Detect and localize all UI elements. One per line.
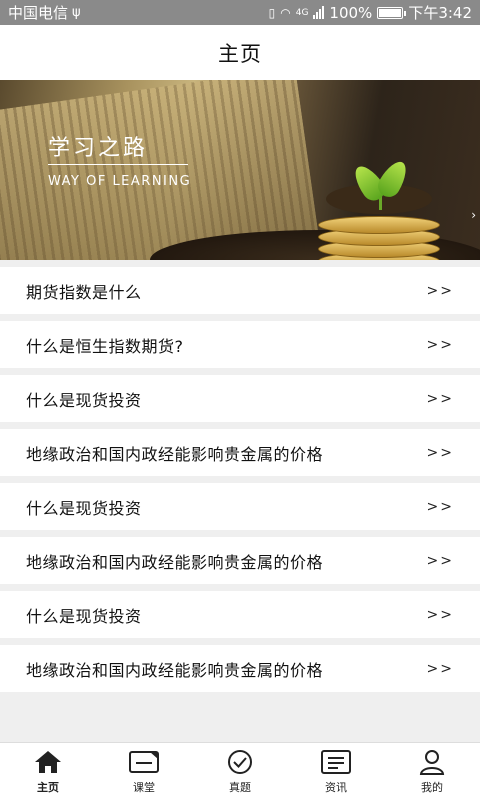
tab-news[interactable]: 资讯 bbox=[288, 743, 384, 800]
list-item[interactable]: 地缘政治和国内政经能影响贵金属的价格 >> bbox=[0, 537, 480, 584]
chevron-right-icon: >> bbox=[426, 282, 454, 299]
chevron-right-icon: >> bbox=[426, 498, 454, 515]
bottom-tab-bar: 主页 课堂 真题 资讯 我的 bbox=[0, 742, 480, 800]
list-item-title: 什么是现货投资 bbox=[26, 606, 142, 626]
classroom-icon bbox=[128, 748, 160, 776]
list-item[interactable]: 什么是现货投资 >> bbox=[0, 375, 480, 422]
tab-label: 主页 bbox=[37, 781, 59, 794]
chevron-right-icon: >> bbox=[426, 444, 454, 461]
network-type-label: 4G bbox=[295, 7, 309, 18]
list-item-title: 什么是现货投资 bbox=[26, 390, 142, 410]
chevron-right-icon: >> bbox=[426, 336, 454, 353]
tab-profile[interactable]: 我的 bbox=[384, 743, 480, 800]
article-list: 期货指数是什么 >> 什么是恒生指数期货? >> 什么是现货投资 >> 地缘政治… bbox=[0, 260, 480, 692]
list-item-title: 什么是现货投资 bbox=[26, 498, 142, 518]
signal-icon bbox=[313, 6, 325, 19]
banner-title: 学习之路 bbox=[48, 136, 149, 161]
chevron-right-icon[interactable]: › bbox=[471, 208, 476, 222]
chevron-right-icon: >> bbox=[426, 606, 454, 623]
chevron-right-icon: >> bbox=[426, 390, 454, 407]
clock: 下午3:42 bbox=[408, 4, 472, 22]
carrier-label: 中国电信 bbox=[8, 4, 69, 22]
chevron-right-icon: >> bbox=[426, 552, 454, 569]
sprout-image bbox=[349, 157, 413, 210]
tab-label: 真题 bbox=[229, 781, 251, 794]
list-item-title: 什么是恒生指数期货? bbox=[26, 336, 184, 356]
battery-percent: 100% bbox=[329, 3, 373, 22]
list-item-title: 地缘政治和国内政经能影响贵金属的价格 bbox=[26, 660, 324, 680]
page-title: 主页 bbox=[218, 41, 262, 66]
status-bar: 中国电信 ψ ▯ ◠ 4G 100% 下午3:42 bbox=[0, 0, 480, 25]
battery-icon bbox=[377, 6, 407, 19]
home-icon bbox=[32, 748, 64, 776]
list-item[interactable]: 地缘政治和国内政经能影响贵金属的价格 >> bbox=[0, 645, 480, 692]
wifi-icon: ◠ bbox=[280, 5, 291, 20]
news-icon bbox=[320, 748, 352, 776]
tab-label: 课堂 bbox=[133, 781, 155, 794]
banner-carousel[interactable]: 学习之路 WAY OF LEARNING › bbox=[0, 80, 480, 260]
banner-divider bbox=[48, 164, 188, 165]
tab-classroom[interactable]: 课堂 bbox=[96, 743, 192, 800]
tab-label: 我的 bbox=[421, 781, 443, 794]
list-item[interactable]: 什么是现货投资 >> bbox=[0, 483, 480, 530]
app-header: 主页 bbox=[0, 25, 480, 80]
list-item[interactable]: 什么是恒生指数期货? >> bbox=[0, 321, 480, 368]
list-item[interactable]: 地缘政治和国内政经能影响贵金属的价格 >> bbox=[0, 429, 480, 476]
tab-exam[interactable]: 真题 bbox=[192, 743, 288, 800]
list-item-title: 地缘政治和国内政经能影响贵金属的价格 bbox=[26, 444, 324, 464]
usb-icon: ψ bbox=[72, 5, 81, 20]
tab-home[interactable]: 主页 bbox=[0, 743, 96, 800]
tab-label: 资讯 bbox=[325, 781, 347, 794]
list-item-title: 地缘政治和国内政经能影响贵金属的价格 bbox=[26, 552, 324, 572]
banner-subtitle: WAY OF LEARNING bbox=[48, 174, 192, 189]
list-item-title: 期货指数是什么 bbox=[26, 282, 142, 302]
list-item[interactable]: 期货指数是什么 >> bbox=[0, 267, 480, 314]
vibrate-icon: ▯ bbox=[268, 5, 276, 20]
chevron-right-icon: >> bbox=[426, 660, 454, 677]
user-icon bbox=[416, 748, 448, 776]
check-circle-icon bbox=[224, 748, 256, 776]
list-item[interactable]: 什么是现货投资 >> bbox=[0, 591, 480, 638]
